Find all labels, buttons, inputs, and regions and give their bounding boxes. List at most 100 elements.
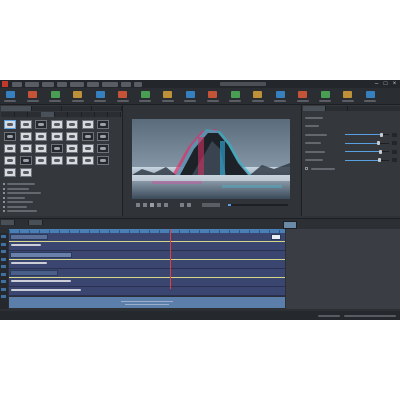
property-slider[interactable]	[345, 141, 389, 145]
burn-disc-icon[interactable]	[320, 91, 330, 98]
play-icon[interactable]	[150, 203, 154, 207]
effects-icon[interactable]	[230, 91, 240, 98]
tab-properties-2[interactable]	[325, 106, 348, 111]
menu-item-6[interactable]	[87, 81, 99, 87]
preview-video-frame[interactable]	[132, 119, 290, 199]
menu-item-8[interactable]	[121, 81, 131, 87]
effect-thumbnail[interactable]	[97, 132, 109, 141]
effect-thumbnail[interactable]	[50, 132, 63, 141]
effect-thumbnail[interactable]	[97, 156, 109, 165]
tab-effect-category[interactable]	[40, 112, 55, 117]
tab-effects-1[interactable]	[1, 106, 32, 111]
open-icon[interactable]	[28, 91, 37, 98]
help-icon[interactable]	[365, 91, 375, 98]
tab-effect-category[interactable]	[28, 112, 42, 117]
tab-timeline-2[interactable]	[15, 220, 29, 225]
effect-thumbnail[interactable]	[35, 156, 47, 165]
property-slider[interactable]	[345, 158, 389, 162]
effect-thumbnail[interactable]	[4, 144, 16, 153]
slider-knob[interactable]	[378, 149, 382, 154]
effects-list-item[interactable]	[3, 191, 119, 195]
slider-knob[interactable]	[377, 141, 381, 145]
menu-item-4[interactable]	[57, 81, 67, 87]
redo-icon[interactable]	[95, 91, 105, 98]
effect-thumbnail[interactable]	[97, 144, 109, 153]
property-slider[interactable]	[345, 149, 389, 154]
tab-effect-category[interactable]	[1, 112, 15, 117]
effect-thumbnail[interactable]	[19, 168, 32, 177]
maximize-icon[interactable]: □	[381, 81, 390, 87]
tab-effect-category[interactable]	[54, 112, 69, 117]
effect-thumbnail[interactable]	[50, 144, 63, 153]
minimize-icon[interactable]: –	[372, 81, 381, 87]
timeline-video-clip[interactable]	[271, 234, 281, 240]
transition-icon[interactable]	[253, 91, 262, 98]
effect-thumbnail[interactable]	[81, 156, 94, 165]
tab-timeline-1[interactable]	[1, 220, 15, 225]
timeline-audio-strip[interactable]	[9, 277, 285, 278]
effect-thumbnail[interactable]	[19, 120, 32, 129]
record-icon[interactable]	[163, 91, 172, 98]
tab-effects-2[interactable]	[31, 106, 62, 111]
effects-list-item[interactable]	[3, 187, 119, 191]
timeline-video-clip[interactable]	[10, 270, 58, 276]
preview-scrubber[interactable]	[228, 204, 288, 206]
mark-in-icon[interactable]	[180, 203, 184, 207]
effect-thumbnail[interactable]	[81, 132, 94, 141]
effect-thumbnail[interactable]	[4, 168, 16, 177]
skip-end-icon[interactable]	[164, 203, 168, 207]
timeline-track[interactable]	[9, 260, 285, 269]
effect-thumbnail[interactable]	[50, 120, 63, 129]
save-icon[interactable]	[50, 91, 60, 98]
effect-thumbnail[interactable]	[35, 120, 47, 129]
timeline-audio-strip[interactable]	[9, 259, 285, 260]
menu-item-5[interactable]	[70, 81, 84, 87]
menu-item-7[interactable]	[102, 81, 118, 87]
undo-icon[interactable]	[73, 91, 82, 98]
effects-list-item[interactable]	[3, 209, 119, 213]
menu-item-1[interactable]	[12, 81, 22, 87]
tab-effect-category[interactable]	[68, 112, 82, 117]
effect-thumbnail[interactable]	[66, 120, 78, 129]
timeline-track[interactable]	[9, 242, 285, 251]
tab-effect-category[interactable]	[94, 112, 109, 117]
slider-knob[interactable]	[379, 132, 383, 137]
new-project-icon[interactable]	[5, 91, 15, 98]
effect-thumbnail[interactable]	[97, 120, 109, 129]
menu-item-3[interactable]	[42, 81, 54, 87]
step-back-icon[interactable]	[143, 203, 147, 207]
close-icon[interactable]: ×	[390, 81, 399, 87]
timeline-video-clip[interactable]	[10, 234, 48, 240]
effect-thumbnail[interactable]	[4, 132, 16, 141]
share-icon[interactable]	[343, 91, 352, 98]
cut-icon[interactable]	[185, 91, 195, 98]
effect-thumbnail[interactable]	[66, 156, 78, 165]
property-value-field[interactable]	[392, 149, 397, 154]
property-checkbox[interactable]	[305, 167, 308, 170]
media-pool-icon[interactable]	[298, 91, 307, 98]
tab-effect-category[interactable]	[107, 112, 122, 117]
export-icon[interactable]	[140, 91, 150, 98]
effect-thumbnail[interactable]	[19, 156, 32, 165]
step-forward-icon[interactable]	[157, 203, 161, 207]
tab-effect-category[interactable]	[14, 112, 29, 117]
effects-list-item[interactable]	[3, 182, 119, 186]
menu-item-2[interactable]	[25, 81, 39, 87]
effect-thumbnail[interactable]	[4, 120, 16, 129]
slider-knob[interactable]	[377, 158, 381, 162]
skip-start-icon[interactable]	[136, 203, 140, 207]
effects-list-item[interactable]	[3, 200, 119, 204]
effect-thumbnail[interactable]	[35, 144, 47, 153]
tab-effects-3[interactable]	[61, 106, 92, 111]
property-value-field[interactable]	[392, 158, 397, 162]
effect-thumbnail[interactable]	[19, 132, 32, 141]
tab-effects-4[interactable]	[91, 106, 122, 111]
playhead[interactable]	[170, 229, 171, 289]
audio-icon[interactable]	[275, 91, 285, 98]
effects-list-item[interactable]	[3, 205, 119, 209]
effects-list-item[interactable]	[3, 196, 119, 200]
property-value-field[interactable]	[392, 141, 397, 145]
effect-thumbnail[interactable]	[81, 144, 94, 153]
timeline-audio-strip[interactable]	[9, 241, 285, 242]
effect-thumbnail[interactable]	[66, 144, 78, 153]
